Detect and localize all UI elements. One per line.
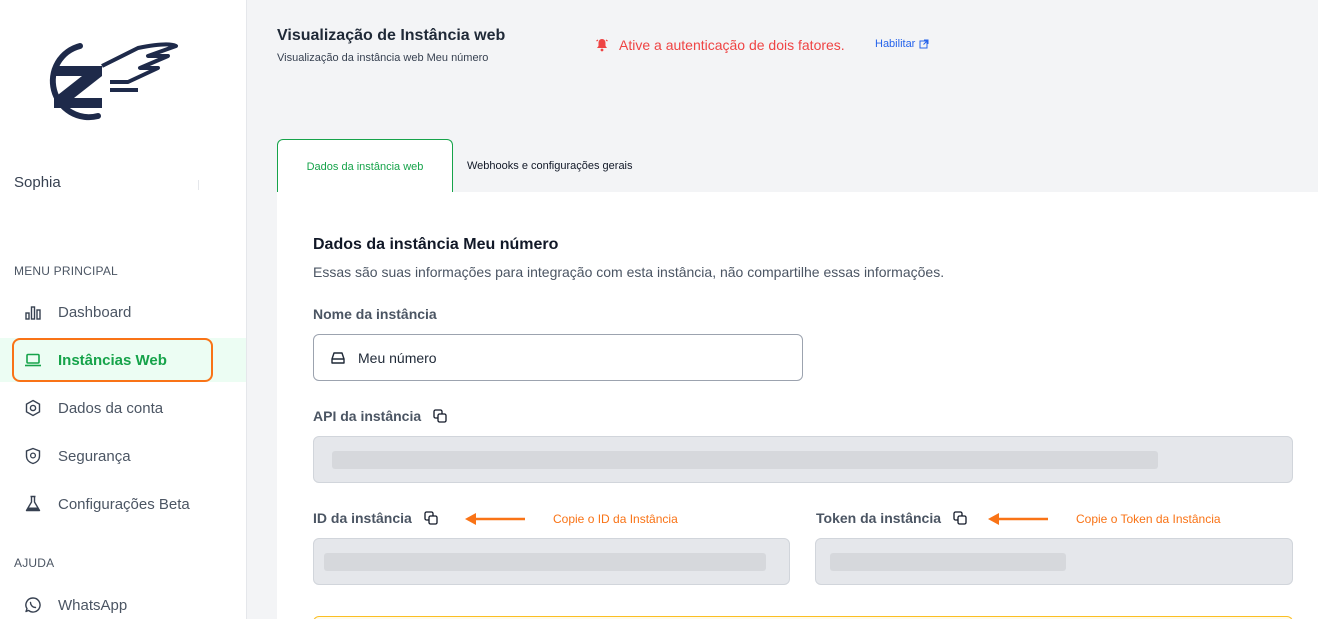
copy-icon[interactable]: [953, 511, 967, 525]
user-name[interactable]: Sophia: [14, 174, 61, 191]
tab-instance-data[interactable]: Dados da instância web: [277, 139, 453, 193]
sidebar-item-whatsapp[interactable]: WhatsApp: [0, 583, 246, 619]
redacted-value: [324, 553, 766, 571]
enable-2fa-link[interactable]: Habilitar: [875, 38, 929, 50]
field-label-text: Token da instância: [816, 510, 941, 526]
api-label: API da instância: [313, 408, 447, 424]
main-content: Visualização de Instância web Visualizaç…: [247, 0, 1318, 619]
shield-icon: [24, 447, 42, 465]
sidebar-item-label: Segurança: [58, 447, 131, 465]
sidebar-item-web-instances[interactable]: Instâncias Web: [0, 338, 246, 382]
field-label-text: ID da instância: [313, 510, 412, 526]
bell-icon: [596, 39, 608, 52]
alert-text: Ative a autenticação de dois fatores.: [619, 37, 845, 53]
bar-chart-icon: [24, 303, 42, 321]
instance-name-value: Meu número: [358, 349, 437, 366]
sidebar-item-account[interactable]: Dados da conta: [0, 386, 246, 430]
flask-icon: [24, 495, 42, 513]
two-factor-alert: Ative a autenticação de dois fatores.: [595, 37, 845, 53]
sidebar-item-label: Instâncias Web: [58, 351, 167, 369]
page-title: Visualização de Instância web: [277, 27, 506, 44]
annotation-text: Copie o ID da Instância: [553, 512, 678, 526]
hard-drive-icon: [331, 351, 345, 364]
arrow-left-icon: [988, 513, 1048, 525]
sidebar-item-dashboard[interactable]: Dashboard: [0, 290, 246, 334]
divider: [198, 180, 199, 190]
tab-webhooks-settings[interactable]: Webhooks e configurações gerais: [453, 139, 647, 193]
sidebar-item-beta-settings[interactable]: Configurações Beta: [0, 482, 246, 526]
brand-logo[interactable]: [28, 38, 180, 128]
id-label: ID da instância: [313, 510, 438, 526]
page-subtitle: Visualização da instância web Meu número: [277, 52, 489, 64]
annotation-text: Copie o Token da Instância: [1076, 512, 1221, 526]
redacted-value: [830, 553, 1066, 571]
panel-title: Dados da instância Meu número: [313, 236, 559, 253]
sidebar-item-label: Configurações Beta: [58, 495, 190, 513]
sidebar-item-label: WhatsApp: [58, 596, 128, 614]
gear-icon: [24, 399, 42, 417]
instance-name-label: Nome da instância: [313, 306, 437, 322]
laptop-icon: [24, 351, 42, 369]
token-field[interactable]: [815, 538, 1293, 585]
panel-description: Essas são suas informações para integraç…: [313, 264, 945, 280]
tab-bar: Dados da instância web Webhooks e config…: [277, 139, 647, 193]
copy-id-annotation: Copie o ID da Instância: [465, 512, 678, 526]
id-field[interactable]: [313, 538, 790, 585]
token-label: Token da instância: [816, 510, 967, 526]
whatsapp-icon: [24, 596, 42, 614]
sidebar-item-security[interactable]: Segurança: [0, 434, 246, 478]
sidebar-item-label: Dados da conta: [58, 399, 164, 417]
section-label-main: MENU PRINCIPAL: [14, 264, 118, 278]
field-label-text: Nome da instância: [313, 306, 437, 322]
sidebar-item-label: Dashboard: [58, 303, 132, 321]
alert-link-label: Habilitar: [875, 38, 916, 50]
copy-icon[interactable]: [424, 511, 438, 525]
api-field[interactable]: [313, 436, 1293, 483]
redacted-value: [332, 451, 1158, 469]
copy-icon[interactable]: [433, 409, 447, 423]
copy-token-annotation: Copie o Token da Instância: [988, 512, 1221, 526]
instance-name-input[interactable]: Meu número: [313, 334, 803, 381]
arrow-left-icon: [465, 513, 525, 525]
sidebar: Sophia MENU PRINCIPAL Dashboard Instânci…: [0, 0, 247, 619]
instance-panel: Dados da instância Meu número Essas são …: [277, 192, 1318, 619]
section-label-help: AJUDA: [14, 556, 55, 570]
external-link-icon: [919, 39, 929, 49]
field-label-text: API da instância: [313, 408, 422, 424]
